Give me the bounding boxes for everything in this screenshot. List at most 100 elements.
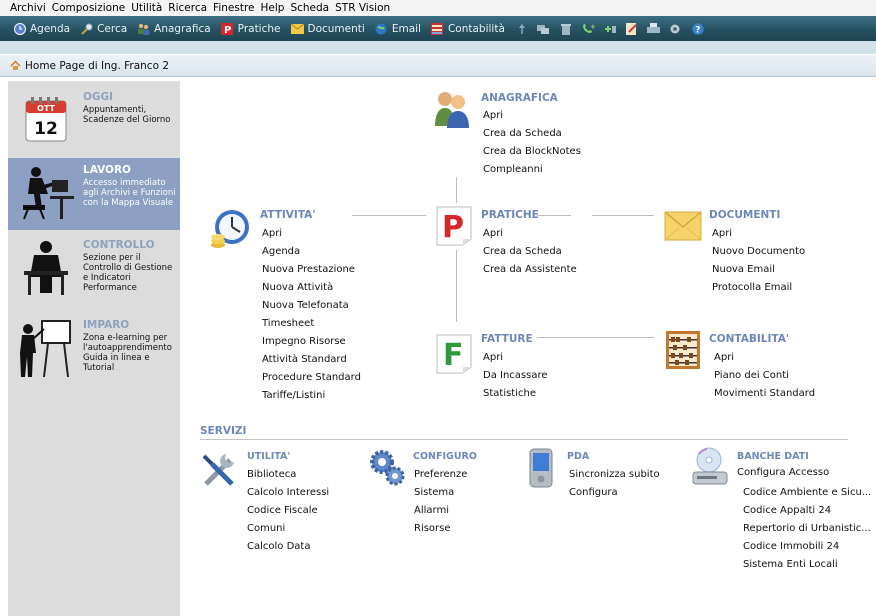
attivita-link[interactable]: Tariffe/Listini bbox=[262, 390, 325, 401]
attivita-link[interactable]: Nuova Prestazione bbox=[262, 264, 355, 275]
banche-dati-head-link[interactable]: Configura Accesso bbox=[737, 467, 829, 478]
anagrafica-link[interactable]: Crea da Scheda bbox=[483, 128, 562, 139]
ledger-icon bbox=[431, 22, 444, 35]
abacus-icon[interactable] bbox=[665, 330, 701, 370]
pin-icon[interactable] bbox=[515, 22, 529, 35]
tools-icon[interactable] bbox=[669, 22, 683, 35]
attivita-link[interactable]: Impegno Risorse bbox=[262, 336, 346, 347]
pda-link[interactable]: Sincronizza subito bbox=[569, 469, 660, 480]
attivita-link[interactable]: Procedure Standard bbox=[262, 372, 361, 383]
pda-title[interactable]: PDA bbox=[567, 451, 589, 462]
anagrafica-link[interactable]: Crea da BlockNotes bbox=[483, 146, 581, 157]
sidebar-item-controllo[interactable]: CONTROLLO Sezione per il Controllo di Ge… bbox=[8, 233, 180, 305]
banche-dati-title[interactable]: BANCHE DATI bbox=[737, 451, 809, 462]
contabilita-link[interactable]: Movimenti Standard bbox=[714, 388, 815, 399]
menu-ricerca[interactable]: Ricerca bbox=[168, 2, 207, 14]
contacts-icon[interactable] bbox=[432, 88, 472, 128]
attivita-title[interactable]: ATTIVITA' bbox=[260, 209, 316, 221]
fatture-title[interactable]: FATTURE bbox=[481, 333, 533, 345]
contabilita-title[interactable]: CONTABILITA' bbox=[709, 333, 789, 345]
documenti-link[interactable]: Nuova Email bbox=[712, 264, 775, 275]
utilita-link[interactable]: Comuni bbox=[247, 523, 285, 534]
contabilita-link[interactable]: Piano dei Conti bbox=[714, 370, 789, 381]
toolbar-cerca-label: Cerca bbox=[97, 22, 128, 35]
menu-scheda[interactable]: Scheda bbox=[290, 2, 329, 14]
toolbar-anagrafica-button[interactable]: Anagrafica bbox=[137, 22, 211, 35]
envelope-icon bbox=[290, 22, 304, 35]
anagrafica-link[interactable]: Apri bbox=[483, 110, 503, 121]
pratiche-icon[interactable]: P bbox=[435, 205, 473, 247]
anagrafica-link[interactable]: Compleanni bbox=[483, 164, 543, 175]
pratiche-link[interactable]: Apri bbox=[483, 228, 503, 239]
add-icon[interactable] bbox=[603, 22, 617, 35]
pda-link[interactable]: Configura bbox=[569, 487, 618, 498]
gears-icon[interactable] bbox=[368, 448, 406, 488]
map-connector bbox=[537, 215, 571, 216]
banche-dati-link[interactable]: Repertorio di Urbanistic... bbox=[743, 523, 871, 534]
clock-coins-icon[interactable] bbox=[208, 207, 254, 253]
configuro-link[interactable]: Preferenze bbox=[414, 469, 467, 480]
utilita-link[interactable]: Codice Fiscale bbox=[247, 505, 318, 516]
envelope-icon[interactable] bbox=[664, 211, 702, 241]
pratiche-link[interactable]: Crea da Scheda bbox=[483, 246, 562, 257]
documenti-link[interactable]: Protocolla Email bbox=[712, 282, 792, 293]
attivita-link[interactable]: Nuova Attività bbox=[262, 282, 333, 293]
menu-composizione[interactable]: Composizione bbox=[52, 2, 125, 14]
contabilita-link[interactable]: Apri bbox=[714, 352, 734, 363]
servizi-title: SERVIZI bbox=[200, 425, 247, 437]
attivita-link[interactable]: Timesheet bbox=[262, 318, 314, 329]
pratiche-title[interactable]: PRATICHE bbox=[481, 209, 539, 221]
banche-dati-link[interactable]: Codice Appalti 24 bbox=[743, 505, 831, 516]
tools-icon[interactable] bbox=[200, 450, 238, 488]
utilita-title[interactable]: UTILITA' bbox=[247, 451, 290, 462]
banche-dati-link[interactable]: Sistema Enti Locali bbox=[743, 559, 838, 570]
toolbar-documenti-button[interactable]: Documenti bbox=[290, 22, 365, 35]
attivita-link[interactable]: Apri bbox=[262, 228, 282, 239]
note-icon[interactable] bbox=[625, 22, 639, 35]
fatture-link[interactable]: Apri bbox=[483, 352, 503, 363]
sidebar-item-oggi[interactable]: OTT 12 OGGI Appuntamenti, Scadenze del G… bbox=[8, 85, 180, 157]
banche-dati-link[interactable]: Codice Immobili 24 bbox=[743, 541, 839, 552]
documenti-link[interactable]: Nuovo Documento bbox=[712, 246, 805, 257]
attivita-link[interactable]: Nuova Telefonata bbox=[262, 300, 349, 311]
help-icon[interactable]: ? bbox=[691, 22, 705, 35]
configuro-link[interactable]: Risorse bbox=[414, 523, 451, 534]
configuro-title[interactable]: CONFIGURO bbox=[413, 451, 477, 462]
phone-add-icon[interactable]: + bbox=[581, 22, 595, 35]
windows-icon[interactable] bbox=[537, 22, 551, 35]
fatture-icon[interactable]: F bbox=[435, 333, 473, 375]
menu-help[interactable]: Help bbox=[261, 2, 285, 14]
pda-icon[interactable] bbox=[528, 448, 554, 488]
configuro-link[interactable]: Allarmi bbox=[414, 505, 449, 516]
database-cd-icon[interactable] bbox=[689, 446, 731, 488]
anagrafica-title[interactable]: ANAGRAFICA bbox=[481, 92, 558, 104]
utilita-link[interactable]: Biblioteca bbox=[247, 469, 296, 480]
presenter-icon bbox=[20, 320, 71, 378]
toolbar-cerca-button[interactable]: Cerca bbox=[80, 22, 127, 35]
attivita-link[interactable]: Attività Standard bbox=[262, 354, 347, 365]
calendar-icon: OTT 12 bbox=[25, 97, 67, 142]
sidebar-item-lavoro[interactable]: LAVORO Accesso immediato agli Archivi e … bbox=[8, 158, 180, 230]
trash-icon[interactable] bbox=[559, 22, 573, 35]
fatture-link[interactable]: Da Incassare bbox=[483, 370, 548, 381]
documenti-link[interactable]: Apri bbox=[712, 228, 732, 239]
menu-str-vision[interactable]: STR Vision bbox=[335, 2, 390, 14]
print-icon[interactable] bbox=[647, 22, 661, 35]
menu-bar: Archivi Composizione Utilità Ricerca Fin… bbox=[0, 0, 876, 16]
documenti-title[interactable]: DOCUMENTI bbox=[709, 209, 780, 221]
configuro-link[interactable]: Sistema bbox=[414, 487, 454, 498]
toolbar-email-button[interactable]: Email bbox=[375, 22, 421, 35]
toolbar-contabilita-button[interactable]: Contabilità bbox=[431, 22, 505, 35]
toolbar-pratiche-button[interactable]: P Pratiche bbox=[221, 22, 281, 35]
banche-dati-link[interactable]: Codice Ambiente e Sicu... bbox=[743, 487, 871, 498]
menu-finestre[interactable]: Finestre bbox=[213, 2, 254, 14]
utilita-link[interactable]: Calcolo Interessi bbox=[247, 487, 329, 498]
sidebar-item-imparo[interactable]: IMPARO Zona e-learning per l'autoapprend… bbox=[8, 313, 180, 385]
fatture-link[interactable]: Statistiche bbox=[483, 388, 536, 399]
pratiche-link[interactable]: Crea da Assistente bbox=[483, 264, 577, 275]
toolbar-agenda-button[interactable]: Agenda bbox=[13, 22, 70, 35]
utilita-link[interactable]: Calcolo Data bbox=[247, 541, 310, 552]
attivita-link[interactable]: Agenda bbox=[262, 246, 300, 257]
menu-utilita[interactable]: Utilità bbox=[131, 2, 162, 14]
menu-archivi[interactable]: Archivi bbox=[10, 2, 46, 14]
